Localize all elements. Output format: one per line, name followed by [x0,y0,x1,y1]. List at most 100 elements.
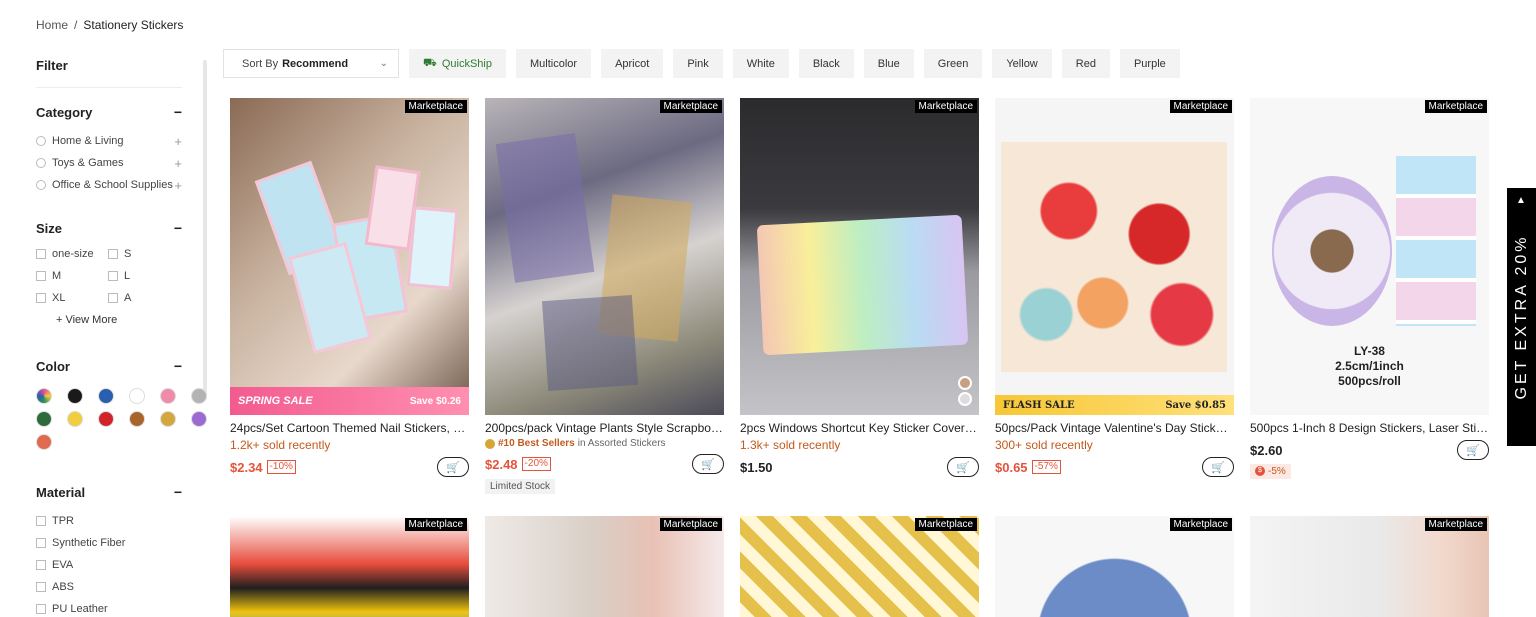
product-price: $2.60 [1250,442,1283,458]
marketplace-badge: Marketplace [914,518,977,531]
add-to-cart-button[interactable]: 🛒 [1457,440,1489,460]
product-card[interactable]: Marketplace [230,516,469,617]
category-item-toys-games[interactable]: Toys & Games + [36,152,182,174]
category-header[interactable]: Category − [36,102,182,122]
category-item-home-living[interactable]: Home & Living + [36,130,182,152]
product-image[interactable]: Marketplace [740,516,979,617]
size-option[interactable]: M [36,268,108,284]
product-title[interactable]: 200pcs/pack Vintage Plants Style Scrapbo… [485,421,724,435]
add-to-cart-button[interactable]: 🛒 [1202,457,1234,477]
size-option[interactable]: S [108,246,180,262]
product-card[interactable]: Marketplace [485,516,724,617]
material-option[interactable]: PU Leather [36,598,182,617]
size-option[interactable]: A [108,290,180,306]
expand-icon[interactable]: + [174,134,182,149]
chip-quickship[interactable]: ⛟ QuickShip [409,49,506,78]
sidebar-scrollbar[interactable] [203,60,207,400]
add-to-cart-button[interactable]: 🛒 [437,457,469,477]
nail-pack-shape [406,206,459,290]
product-image[interactable]: Marketplace [995,516,1234,617]
material-header[interactable]: Material − [36,482,182,502]
sort-value: Recommend [282,57,349,70]
product-image[interactable]: Marketplace [1250,516,1489,617]
color-swatch[interactable] [160,411,176,427]
color-header[interactable]: Color − [36,356,182,376]
material-option[interactable]: TPR [36,510,182,532]
add-to-cart-button[interactable]: 🛒 [692,454,724,474]
collapse-icon[interactable]: − [174,220,182,236]
size-option[interactable]: L [108,268,180,284]
material-option[interactable]: Synthetic Fiber [36,532,182,554]
product-image[interactable]: Marketplace SPRING SALE Save $0.26 [230,98,469,415]
material-option[interactable]: EVA [36,554,182,576]
color-swatch[interactable] [98,411,114,427]
size-option[interactable]: XL [36,290,108,306]
product-card[interactable]: Marketplace [1250,516,1489,617]
breadcrumb-home[interactable]: Home [36,18,68,32]
chip-white[interactable]: White [732,49,789,78]
product-card[interactable]: Marketplace SPRING SALE Save $0.26 24pcs… [230,98,469,478]
marketplace-badge: Marketplace [404,100,467,113]
material-option[interactable]: ABS [36,576,182,598]
color-swatch[interactable] [129,388,145,404]
product-title[interactable]: 500pcs 1-Inch 8 Design Stickers, Laser S… [1250,421,1489,435]
chip-label: QuickShip [441,57,492,70]
product-card[interactable]: LY-38 2.5cm/1inch 500pcs/roll Marketplac… [1250,98,1489,479]
chip-black[interactable]: Black [798,49,854,78]
color-swatch[interactable] [129,411,145,427]
chip-label: Multicolor [529,57,578,70]
expand-icon[interactable]: + [174,178,182,193]
chip-pink[interactable]: Pink [673,49,723,78]
add-to-cart-button[interactable]: 🛒 [947,457,979,477]
color-swatch[interactable] [36,434,52,450]
chip-purple[interactable]: Purple [1119,49,1180,78]
color-swatch[interactable] [160,388,176,404]
collapse-icon[interactable]: − [174,104,182,120]
product-card[interactable]: Marketplace 200pcs/pack Vintage Plants S… [485,98,724,494]
sold-count: 1.2k+ sold recently [230,438,331,452]
best-seller-tag[interactable]: #10 Best Sellers in Assorted Stickers [485,438,724,449]
product-title[interactable]: 24pcs/Set Cartoon Themed Nail Stickers, … [230,421,469,435]
product-title[interactable]: 50pcs/Pack Vintage Valentine's Day Stick… [995,421,1234,435]
radio-icon [36,136,46,146]
product-card[interactable]: Marketplace FLASH SALE Save $0.85 50pcs/… [995,98,1234,478]
chip-red[interactable]: Red [1061,49,1110,78]
chip-multicolor[interactable]: Multicolor [515,49,592,78]
size-header[interactable]: Size − [36,218,182,238]
breadcrumb-current: Stationery Stickers [83,18,184,32]
product-image[interactable]: Marketplace [230,516,469,617]
side-tab-label: GET EXTRA 20% [1512,234,1530,400]
size-option[interactable]: one-size [36,246,108,262]
product-image[interactable]: LY-38 2.5cm/1inch 500pcs/roll Marketplac… [1250,98,1489,415]
product-title[interactable]: 2pcs Windows Shortcut Key Sticker Cover … [740,421,979,435]
view-more-link[interactable]: + View More [56,314,182,326]
chip-yellow[interactable]: Yellow [992,49,1052,78]
category-item-office-school[interactable]: Office & School Supplies + [36,174,182,196]
radio-icon [36,158,46,168]
color-swatch[interactable] [67,411,83,427]
product-card[interactable]: Marketplace [995,516,1234,617]
color-swatch[interactable] [36,388,52,404]
chip-label: White [746,57,775,70]
product-image[interactable]: Marketplace [740,98,979,415]
product-image[interactable]: Marketplace [485,516,724,617]
product-image[interactable]: Marketplace [485,98,724,415]
product-card[interactable]: Marketplace [740,516,979,617]
color-swatch[interactable] [98,388,114,404]
product-card[interactable]: Marketplace 2pcs Windows Shortcut Key St… [740,98,979,478]
shortcut-sticker-shape [756,214,969,356]
color-swatch[interactable] [191,411,207,427]
collapse-icon[interactable]: − [174,358,182,374]
collapse-icon[interactable]: − [174,484,182,500]
expand-icon[interactable]: + [174,156,182,171]
product-image[interactable]: Marketplace FLASH SALE Save $0.85 [995,98,1234,415]
checkbox-icon [108,271,118,281]
chip-green[interactable]: Green [923,49,983,78]
chip-apricot[interactable]: Apricot [601,49,664,78]
sort-dropdown[interactable]: Sort By Recommend ⌄ [223,49,399,78]
color-swatch[interactable] [36,411,52,427]
chip-blue[interactable]: Blue [863,49,914,78]
color-swatch[interactable] [191,388,207,404]
color-swatch[interactable] [67,388,83,404]
extra-discount-side-tab[interactable]: ▲ GET EXTRA 20% [1507,188,1536,446]
